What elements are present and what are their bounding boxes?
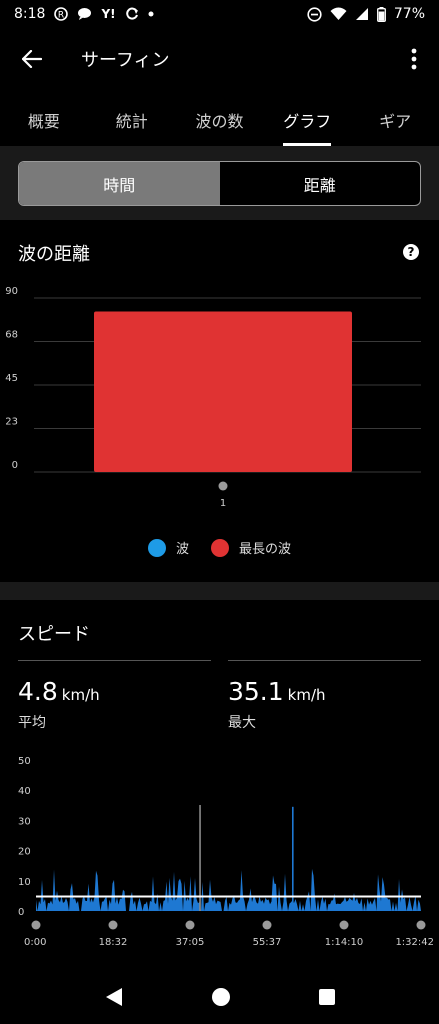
y-tick-label: 0 (12, 460, 18, 471)
chat-bubble-icon (77, 7, 92, 21)
x-tick-dot (218, 481, 228, 491)
x-tick-dot (108, 920, 118, 930)
speed-chart: 50 40 30 20 10 0 0:00 18:32 37:05 55:37 1:14:10 1:3… (18, 756, 434, 948)
svg-text:R: R (58, 11, 64, 21)
tab-bar: 概要 統計 波の数 グラフ ギア (0, 96, 439, 146)
x-tick-dot (262, 920, 272, 930)
x-tick-label: 1:14:10 (325, 937, 364, 948)
legend-label-longest: 最長の波 (239, 542, 292, 557)
max-speed-unit: km/h (287, 686, 326, 704)
x-tick-label: 18:32 (99, 937, 128, 948)
y-tick-label: 30 (18, 816, 31, 827)
battery-icon (376, 6, 386, 22)
do-not-disturb-icon (307, 6, 322, 22)
y-tick-label: 40 (18, 786, 31, 797)
max-speed-value: 35.1 (228, 677, 284, 706)
legend-dot-longest (211, 538, 229, 557)
tab-graph[interactable]: グラフ (263, 96, 351, 146)
y-tick-label: 20 (18, 847, 31, 858)
avg-speed-unit: km/h (61, 686, 100, 704)
back-button[interactable] (0, 30, 64, 88)
tab-overview[interactable]: 概要 (0, 96, 88, 146)
y-tick-label: 0 (18, 907, 24, 918)
y-tick-label: 50 (18, 756, 31, 767)
y-tick-label: 45 (5, 373, 18, 384)
avg-speed-stat: 4.8 km/h 平均 (18, 660, 211, 732)
x-tick-label: 0:00 (24, 937, 46, 948)
time-distance-toggle: 時間 距離 (18, 161, 421, 206)
chart-legend: 波 最長の波 (0, 538, 439, 557)
max-speed-label: 最大 (228, 715, 256, 731)
page-title: サーフィン (81, 50, 170, 71)
max-speed-stat: 35.1 km/h 最大 (228, 660, 421, 732)
segmented-control-band: 時間 距離 (0, 146, 439, 220)
x-tick-label: 1 (220, 498, 226, 509)
legend-label-wave: 波 (175, 542, 189, 557)
arrow-back-icon (22, 50, 42, 68)
wifi-icon (330, 7, 347, 21)
nav-home-icon[interactable] (211, 987, 231, 1007)
sync-icon (125, 7, 139, 21)
x-tick-dot (339, 920, 349, 930)
notification-app-icon: R (54, 7, 69, 21)
tab-stats[interactable]: 統計 (88, 96, 176, 146)
status-time: 8:18 (14, 6, 46, 22)
speed-area (36, 868, 421, 911)
y-tick-label: 90 (5, 286, 18, 297)
wave-chart-title: 波の距離 (18, 244, 90, 265)
legend-item-longest: 最長の波 (211, 538, 291, 557)
segment-distance[interactable]: 距離 (220, 162, 421, 205)
yahoo-icon: Y! (101, 7, 116, 21)
status-bar: 8:18 R Y! 77% (0, 0, 439, 28)
tab-gear[interactable]: ギア (351, 96, 439, 146)
battery-percent: 77% (393, 6, 425, 22)
system-nav-bar (0, 970, 439, 1024)
y-tick-label: 23 (5, 417, 18, 428)
segment-time[interactable]: 時間 (19, 162, 220, 205)
nav-back-icon[interactable] (104, 987, 124, 1007)
more-options-button[interactable] (389, 30, 439, 88)
avg-speed-value: 4.8 (18, 677, 58, 706)
legend-dot-wave (147, 538, 166, 557)
x-tick-dot (185, 920, 195, 930)
x-tick-dot (31, 920, 41, 930)
more-vert-icon (411, 48, 417, 70)
x-tick-label: 1:32:42 (395, 937, 434, 948)
avg-speed-label: 平均 (18, 715, 46, 731)
x-tick-dot (416, 920, 426, 930)
section-divider (0, 582, 439, 600)
speed-card: スピード 4.8 km/h 平均 35.1 km/h 最大 50 40 30 20 10 0 0… (0, 600, 439, 970)
x-tick-label: 55:37 (253, 937, 282, 948)
legend-item-wave: 波 (147, 538, 189, 557)
y-tick-label: 10 (18, 877, 31, 888)
app-bar: サーフィン (0, 30, 439, 88)
wave-distance-card: 波の距離 ? 90 68 45 23 0 1 波 最長の波 (0, 220, 439, 582)
speed-title: スピード (18, 624, 90, 645)
tab-wave-count[interactable]: 波の数 (176, 96, 264, 146)
x-tick-label: 37:05 (176, 937, 205, 948)
y-tick-label: 68 (5, 330, 18, 341)
help-icon[interactable]: ? (403, 244, 419, 260)
dot-indicator-icon (148, 11, 154, 17)
bar-longest-wave (94, 311, 352, 472)
cell-signal-icon (355, 7, 369, 21)
nav-recents-icon[interactable] (318, 988, 336, 1006)
